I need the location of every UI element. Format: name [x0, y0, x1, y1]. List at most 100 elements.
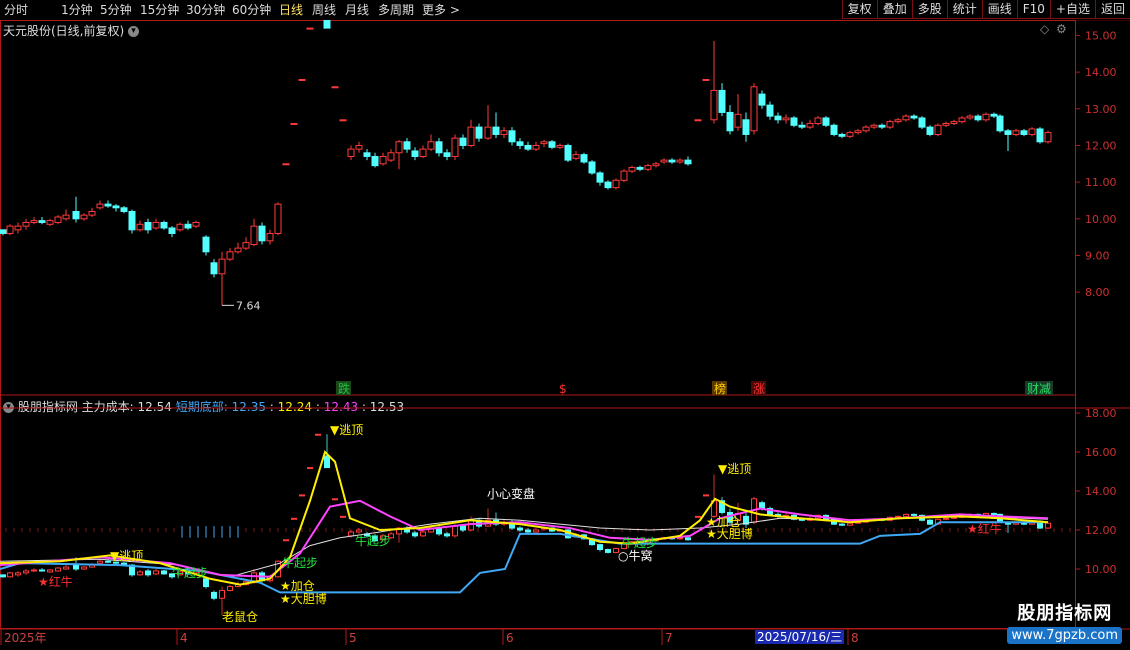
- period-tab-15min[interactable]: 15分钟: [140, 3, 179, 17]
- candle-body: [30, 220, 38, 223]
- back-button[interactable]: 返回: [1094, 0, 1130, 19]
- candle-body: [580, 154, 588, 163]
- candle-body: [38, 220, 46, 223]
- add-watchlist-button[interactable]: +自选: [1049, 0, 1095, 19]
- candle-body: [572, 154, 580, 159]
- event-marker: 财减: [1027, 382, 1051, 396]
- ind-candle-body: [63, 566, 69, 570]
- ind-candle-body: [444, 533, 450, 537]
- candle-body: [242, 242, 250, 249]
- candle-body: [958, 117, 966, 123]
- signal-annotation: ▼逃顶: [110, 549, 143, 563]
- candle-body: [22, 221, 30, 227]
- event-marker: 榜: [714, 381, 726, 396]
- ind-candle-body: [73, 564, 79, 570]
- signal-annotation: ★加仓: [280, 579, 315, 593]
- candle-body: [120, 207, 128, 212]
- ind-candle-body: [219, 589, 225, 599]
- candle-body: [652, 163, 660, 167]
- candle-body: [556, 144, 564, 148]
- period-tab-multi[interactable]: 多周期: [378, 3, 414, 17]
- candle-body: [202, 236, 210, 253]
- candle-body: [54, 216, 62, 223]
- period-toolbar: 分时 1分钟 5分钟 15分钟 30分钟 60分钟 日线 周线 月线 多周期 更…: [0, 0, 1130, 21]
- toolbar-buttons: 复权 叠加 多股 统计 画线 F10 +自选 返回: [841, 0, 1130, 20]
- candle-body: [782, 117, 790, 121]
- candle-body: [14, 225, 22, 231]
- watermark: 股朋指标网 www.7gpzb.com: [1007, 599, 1122, 644]
- draw-line-button[interactable]: 画线: [981, 0, 1017, 19]
- candle-body: [734, 113, 742, 128]
- ind-candle-body: [315, 433, 321, 436]
- ind-candle-body: [847, 522, 853, 526]
- period-tab-weekly[interactable]: 周线: [312, 3, 336, 17]
- chart-frame: [0, 20, 1076, 629]
- candle-body: [596, 172, 604, 183]
- period-tab-60min[interactable]: 60分钟: [232, 3, 271, 17]
- ind-candle-body: [911, 513, 917, 516]
- ind-candle-body: [211, 591, 217, 599]
- ind-candle-body: [283, 539, 289, 542]
- candle-body: [620, 170, 628, 181]
- candle-body: [210, 262, 218, 275]
- candle-body: [612, 179, 620, 189]
- candle-body: [854, 130, 862, 134]
- ind-candle-body: [227, 586, 233, 591]
- period-tab-5min[interactable]: 5分钟: [100, 3, 132, 17]
- short-bottom-line: [0, 521, 1048, 594]
- candle-body: [910, 115, 918, 119]
- candle-body: [974, 115, 982, 121]
- period-tab-1min[interactable]: 1分钟: [61, 3, 93, 17]
- ind-candle-body: [695, 515, 701, 518]
- period-tab-daily[interactable]: 日线: [279, 3, 303, 17]
- candle-body: [144, 221, 152, 231]
- period-tab-more[interactable]: 更多 >: [422, 3, 460, 17]
- ind-candle-body: [597, 544, 603, 550]
- candle-body: [160, 221, 168, 229]
- candle-body: [355, 144, 363, 150]
- kline-chart[interactable]: 17.0016.0015.0014.0013.0012.0011.0010.00…: [0, 20, 1130, 650]
- ind-candle-body: [145, 570, 151, 576]
- candle-body: [548, 141, 556, 148]
- ind-candle-body: [153, 570, 159, 575]
- candle-body: [798, 124, 806, 128]
- candle-body: [822, 117, 830, 126]
- period-tab-fenshi[interactable]: 分时: [4, 3, 28, 17]
- signal-annotation: ★大胆博: [706, 526, 753, 541]
- ind-candle-body: [7, 572, 13, 578]
- ind-candle-body: [291, 517, 297, 520]
- candle-body: [702, 78, 710, 81]
- candle-body: [152, 221, 160, 229]
- multi-stock-button[interactable]: 多股: [911, 0, 947, 19]
- period-tab-monthly[interactable]: 月线: [345, 3, 369, 17]
- ind-candle-body: [1045, 522, 1051, 529]
- candle-body: [371, 155, 379, 167]
- candle-body: [80, 214, 88, 220]
- candle-body: [62, 214, 70, 220]
- candle-body: [710, 89, 718, 121]
- statistics-button[interactable]: 统计: [946, 0, 982, 19]
- ind-candle-body: [324, 455, 330, 469]
- candle-body: [862, 126, 870, 132]
- candle-body: [290, 122, 298, 125]
- candle-body: [1044, 132, 1052, 143]
- ind-candle-body: [340, 515, 346, 518]
- candle-body: [176, 223, 184, 231]
- f10-button[interactable]: F10: [1016, 0, 1050, 19]
- candle-body: [0, 229, 7, 234]
- candle-body: [451, 137, 459, 157]
- candle-body: [982, 113, 990, 121]
- candle-body: [532, 144, 540, 150]
- candle-body: [419, 148, 427, 157]
- ind-candle-body: [39, 569, 45, 572]
- ind-candle-body: [903, 513, 909, 517]
- adjust-button[interactable]: 复权: [841, 0, 877, 19]
- period-tab-30min[interactable]: 30分钟: [186, 3, 225, 17]
- candle-body: [950, 121, 958, 124]
- candle-body: [774, 115, 782, 121]
- overlay-button[interactable]: 叠加: [876, 0, 912, 19]
- signal-annotation: ○牛窝: [618, 548, 652, 563]
- xaxis-label: 4: [180, 631, 188, 645]
- ind-candle-body: [517, 527, 523, 531]
- signal-annotation: 老鼠仓: [222, 610, 258, 624]
